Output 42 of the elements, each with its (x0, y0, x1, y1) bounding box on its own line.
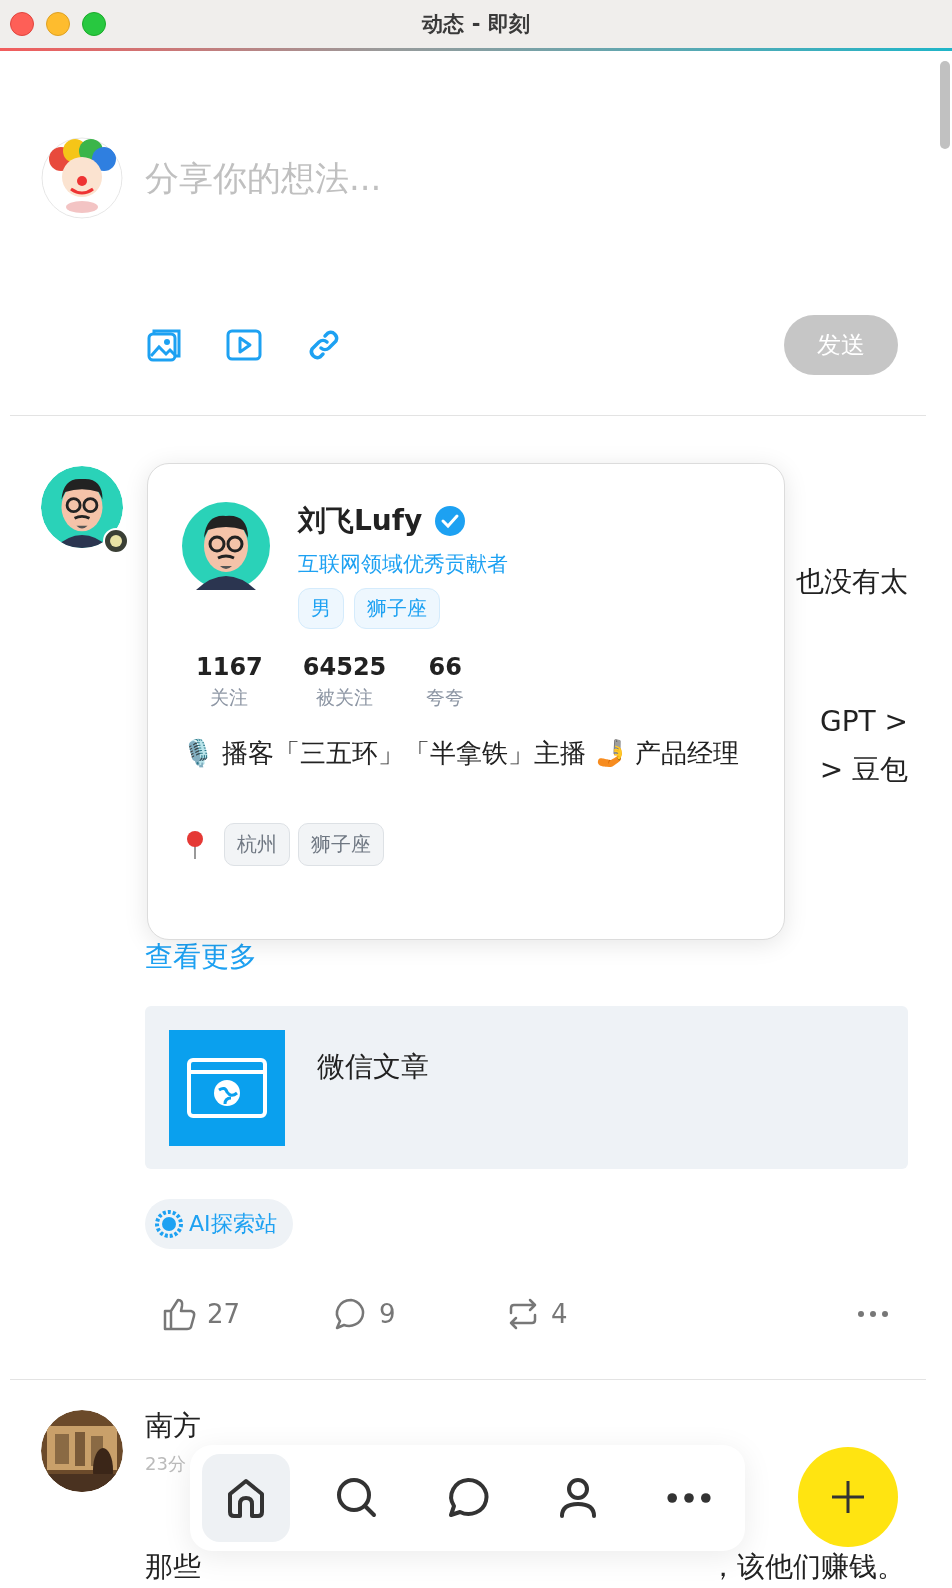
see-more-link[interactable]: 查看更多 (145, 938, 257, 976)
more-icon (856, 1310, 890, 1318)
scrollbar-thumb[interactable] (940, 61, 950, 149)
post-text: 也没有太 (796, 564, 908, 600)
stat-value[interactable]: 66 (428, 653, 462, 681)
stat-label[interactable]: 关注 (210, 685, 249, 711)
profile-tag: 狮子座 (354, 588, 440, 629)
user-bio: 🎙 播客「三五环」「半拿铁」主播 🤳 产品经理 (182, 737, 740, 770)
stat-label[interactable]: 被关注 (316, 685, 374, 711)
link-title: 微信文章 (317, 1049, 429, 1085)
topic-tag[interactable]: AI探索站 (145, 1199, 293, 1249)
stat-value[interactable]: 64525 (302, 653, 387, 681)
stat-label[interactable]: 夸夸 (426, 685, 465, 711)
author-name[interactable]: 南方 (145, 1410, 201, 1442)
badge-icon (103, 528, 129, 554)
post-text: > 豆包 (819, 752, 908, 788)
avatar[interactable] (41, 466, 123, 548)
post-text: GPT > (819, 704, 908, 740)
post-input[interactable]: 分享你的想法... (145, 158, 745, 198)
like-button[interactable]: 27 (161, 1296, 333, 1332)
comment-button[interactable]: 9 (333, 1296, 505, 1332)
zoom-button[interactable] (82, 12, 106, 36)
link-card[interactable]: 微信文章 (145, 1006, 908, 1169)
post-time: 23分 (145, 1452, 186, 1476)
profile-tag: 男 (298, 588, 344, 629)
post-text: 那些 (145, 1552, 201, 1582)
home-tab[interactable] (202, 1454, 290, 1542)
close-button[interactable] (10, 12, 34, 36)
location-tag: 狮子座 (298, 823, 384, 866)
repost-button[interactable]: 4 (505, 1296, 677, 1332)
more-button[interactable] (856, 1310, 890, 1318)
stat-value[interactable]: 1167 (196, 653, 263, 681)
user-name: 刘飞Lufy (298, 503, 423, 539)
location-tag: 杭州 (224, 823, 290, 866)
circle-icon (155, 1210, 183, 1238)
post-text: ，该他们赚钱。 (709, 1552, 905, 1582)
window-title: 动态 - 即刻 (422, 11, 530, 38)
web-page-icon (169, 1030, 285, 1146)
thumbs-up-icon (161, 1296, 197, 1332)
avatar[interactable] (182, 502, 270, 590)
user-title: 互联网领域优秀贡献者 (298, 551, 508, 578)
more-icon (666, 1492, 712, 1504)
